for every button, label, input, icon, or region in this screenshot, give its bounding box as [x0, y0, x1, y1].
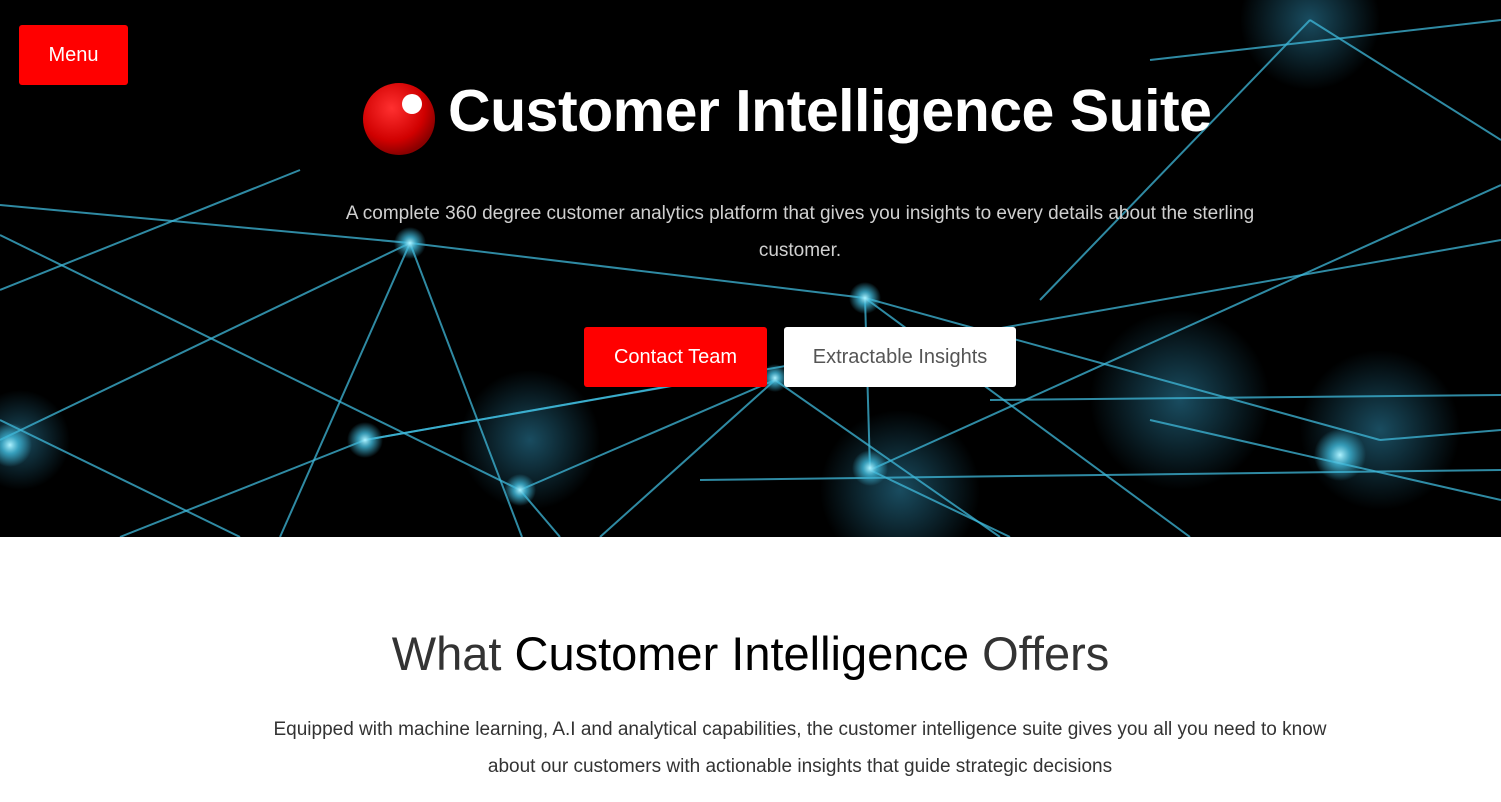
hero-title-row: Customer Intelligence Suite — [360, 76, 1260, 160]
extractable-insights-button[interactable]: Extractable Insights — [784, 327, 1016, 387]
offers-heading-suffix: Offers — [969, 627, 1110, 680]
offers-heading-prefix: What — [391, 627, 515, 680]
red-sphere-logo-icon — [363, 83, 435, 155]
contact-team-button[interactable]: Contact Team — [584, 327, 767, 387]
offers-description: Equipped with machine learning, A.I and … — [273, 719, 1327, 777]
offers-heading-emphasis: Customer Intelligence — [514, 627, 970, 680]
page-title: Customer Intelligence Suite — [448, 78, 1212, 144]
hero-subtitle: A complete 360 degree customer analytics… — [345, 203, 1255, 261]
hero-section: Menu Customer Intelligence Suite A compl… — [0, 0, 1501, 537]
menu-button[interactable]: Menu — [19, 25, 128, 85]
offers-heading: What Customer Intelligence Offers — [0, 622, 1501, 686]
